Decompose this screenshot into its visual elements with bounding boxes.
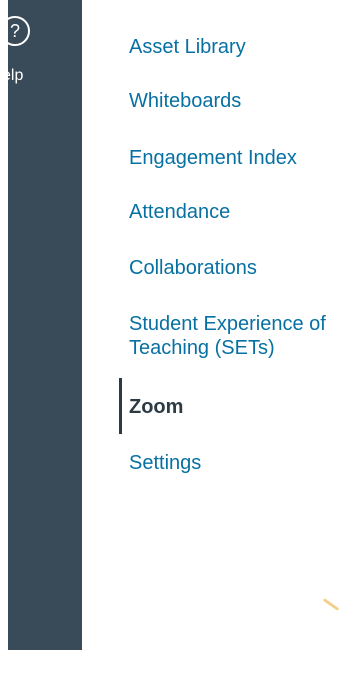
- nav-item-engagement-index[interactable]: Engagement Index: [129, 146, 297, 170]
- question-circle-icon: ?: [8, 16, 30, 46]
- help-button[interactable]: ? elp: [8, 0, 82, 100]
- active-item-indicator: [119, 378, 122, 434]
- nav-item-whiteboards[interactable]: Whiteboards: [129, 89, 241, 113]
- nav-item-zoom[interactable]: Zoom: [129, 395, 183, 419]
- course-navigation: Asset Library Whiteboards Engagement Ind…: [119, 0, 341, 677]
- left-edge-strip: [0, 0, 8, 677]
- nav-item-student-experience-of-teaching[interactable]: Student Experience of Teaching (SETs): [129, 312, 341, 360]
- nav-item-collaborations[interactable]: Collaborations: [129, 256, 257, 280]
- help-label: elp: [8, 67, 24, 84]
- nav-item-settings[interactable]: Settings: [129, 451, 201, 475]
- nav-item-attendance[interactable]: Attendance: [129, 200, 230, 224]
- global-navigation: ? elp: [8, 0, 82, 650]
- nav-item-asset-library[interactable]: Asset Library: [129, 35, 246, 59]
